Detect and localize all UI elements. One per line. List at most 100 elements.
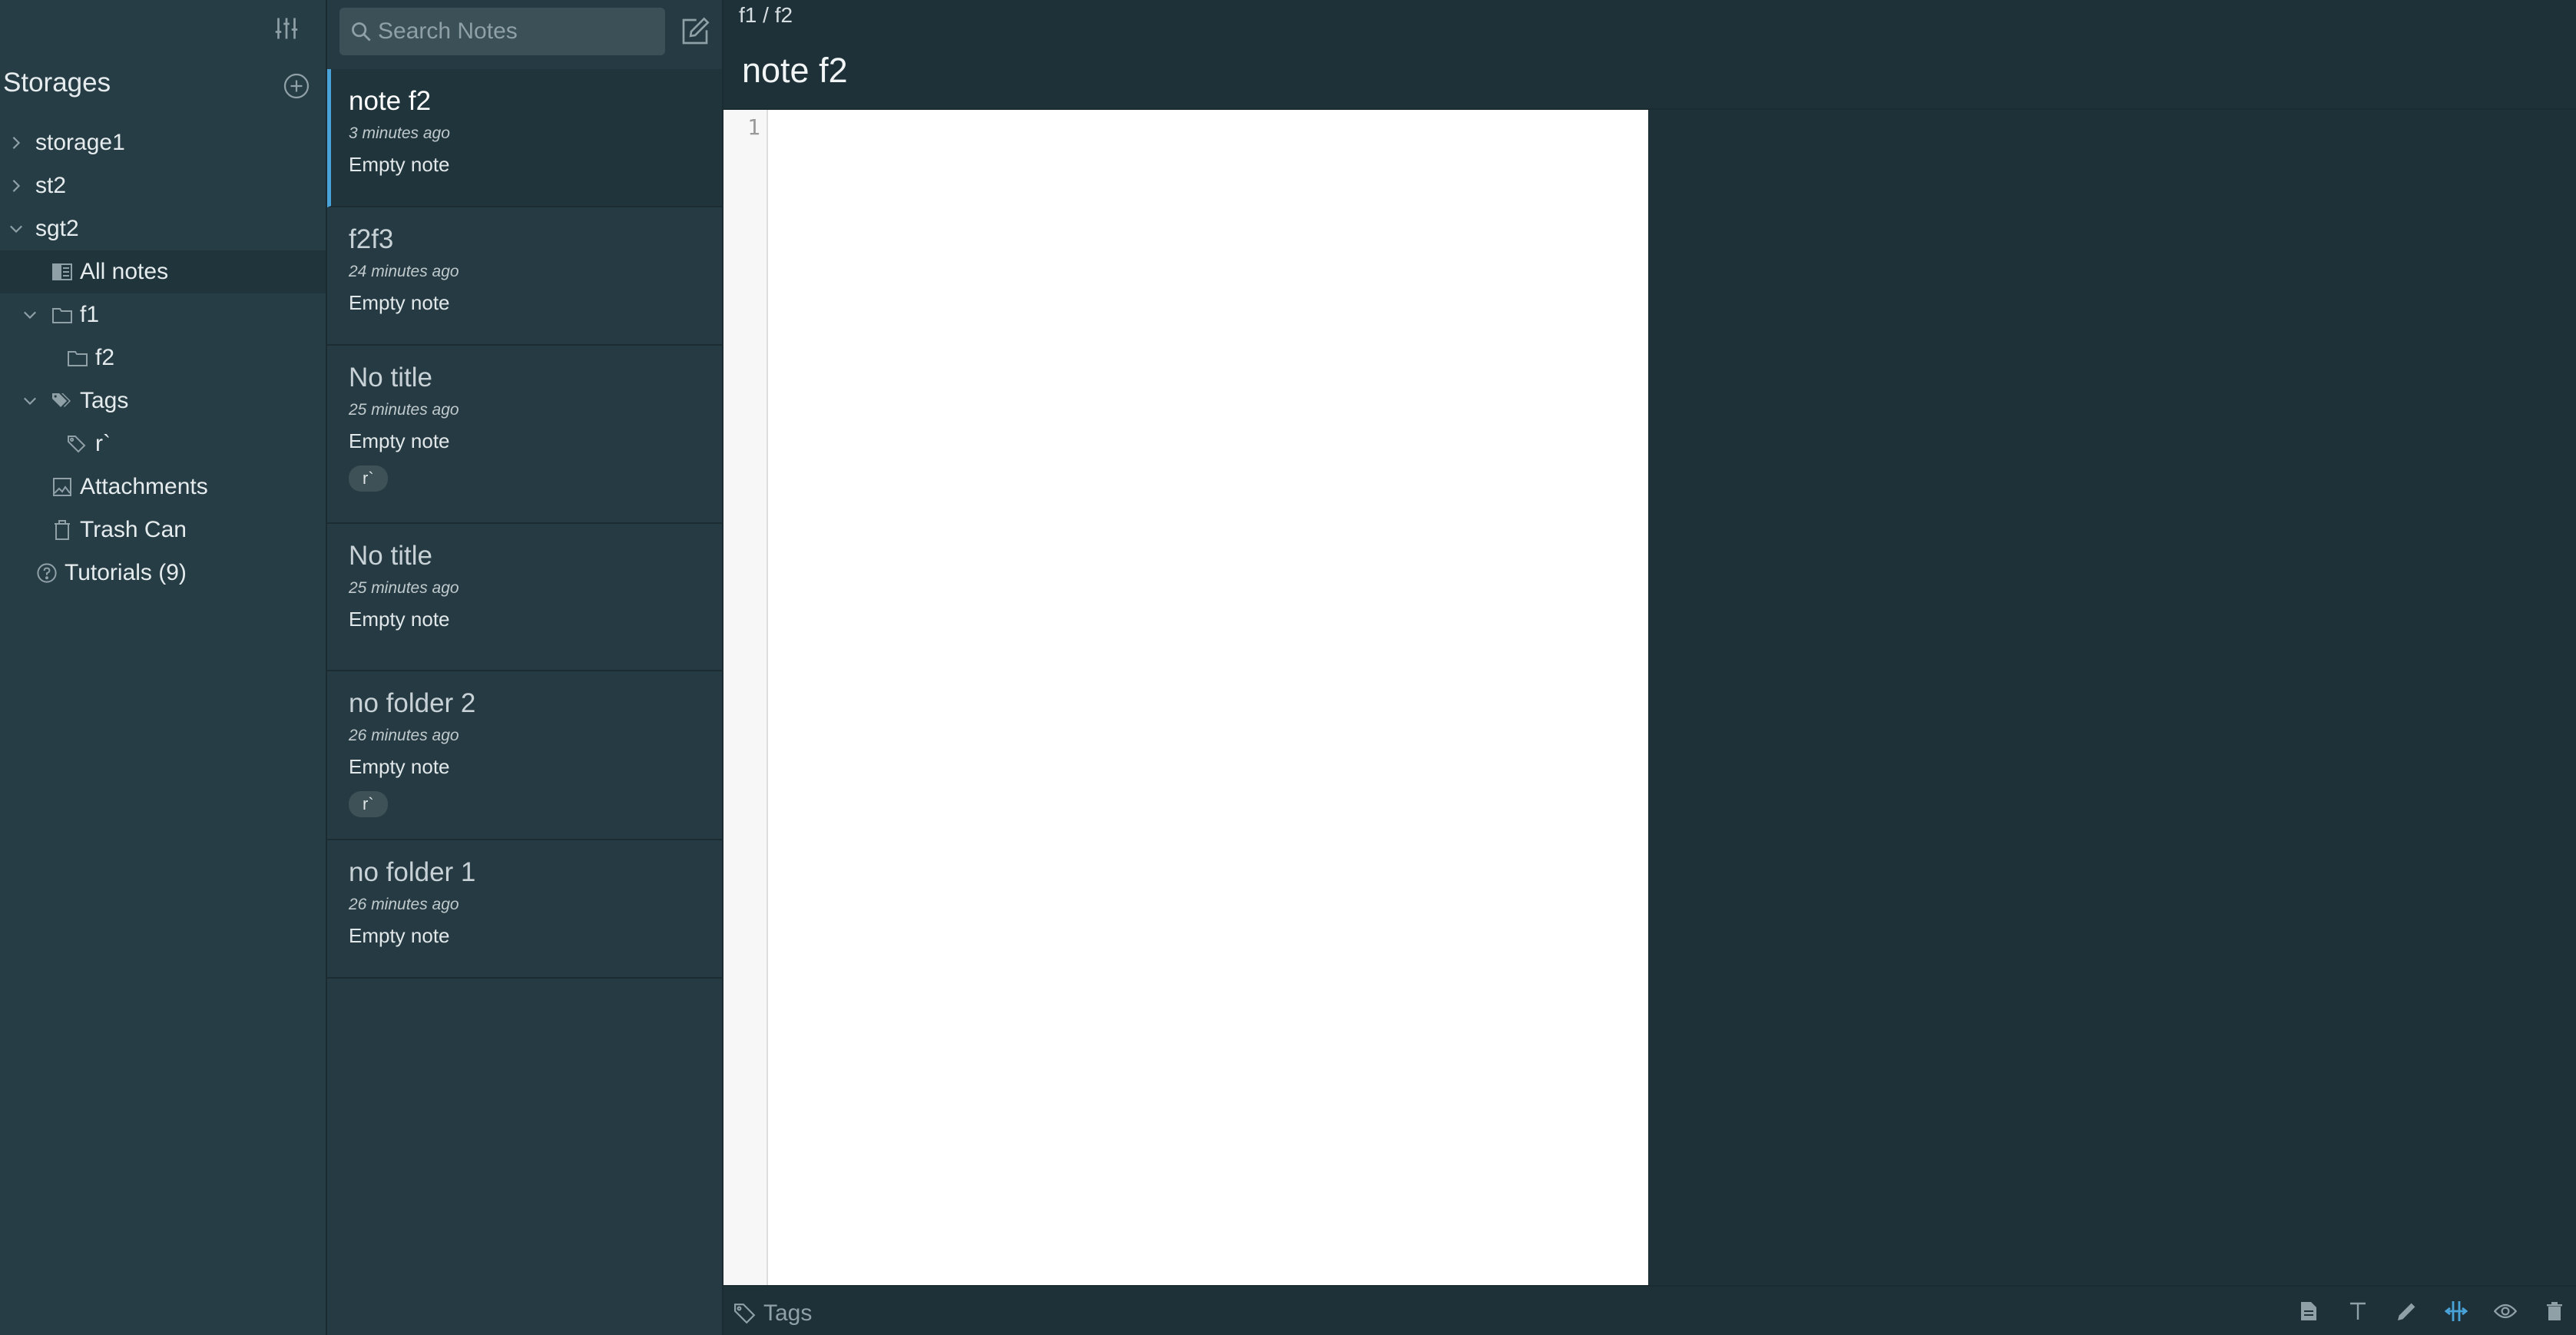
markdown-editor[interactable]: 1 [723,110,1648,1285]
tags-field [733,1300,994,1327]
compose-icon [680,16,710,51]
preferences-button[interactable] [269,12,304,48]
pencil-icon [2396,1300,2418,1326]
note-item[interactable]: No title 25 minutes ago Empty note [327,524,722,671]
tag-icon [733,1301,757,1326]
note-timestamp: 24 minutes ago [349,263,459,280]
note-list-panel: note f2 3 minutes ago Empty note f2f3 24… [327,0,723,1335]
tags-input[interactable] [763,1300,994,1327]
note-item[interactable]: No title 25 minutes ago Empty note r` [327,346,722,524]
eye-icon [2493,1303,2518,1323]
sidebar-item-label: sgt2 [35,216,79,241]
sidebar-item-label: f1 [80,302,100,327]
sidebar-item-f2[interactable]: f2 [0,336,326,379]
note-title: no folder 2 [349,688,476,718]
sidebar-item-label: st2 [35,173,67,198]
note-title: no folder 1 [349,857,476,887]
sidebar-item-label: Attachments [80,474,208,499]
note-timestamp: 25 minutes ago [349,579,459,597]
document-icon [2300,1301,2317,1325]
note-timestamp: 25 minutes ago [349,401,459,419]
sidebar-item-trash[interactable]: Trash Can [0,508,326,552]
tag-chip[interactable]: r` [349,465,388,492]
note-preview: Empty note [349,153,450,176]
chevron-right-icon[interactable] [6,133,26,153]
note-preview: Empty note [349,291,450,314]
search-box [339,8,674,55]
note-preview: Empty note [349,429,450,452]
split-mode-button[interactable] [2438,1297,2475,1328]
breadcrumb[interactable]: f1 / f2 [739,3,793,28]
storages-title: Storages [3,68,111,98]
edit-mode-button[interactable] [2389,1297,2425,1328]
note-preview: Empty note [349,608,450,631]
note-title: note f2 [349,86,432,116]
sidebar-item-tags[interactable]: Tags [0,379,326,422]
line-gutter: 1 [723,110,768,1285]
help-circle-icon [35,561,58,585]
detail-footer [723,1285,2576,1335]
sidebar-item-label: Trash Can [80,517,187,542]
tags-icon [51,389,74,412]
chevron-down-icon[interactable] [20,391,40,411]
plus-circle-icon [283,72,310,104]
note-item[interactable]: no folder 1 26 minutes ago Empty note [327,840,722,979]
sidebar-item-label: Tags [80,388,129,413]
app-window: Storages storage1 st2 sgt2 All notes f1 … [0,0,2576,1335]
sliders-icon [273,15,300,46]
folder-icon [51,303,74,326]
sidebar: Storages storage1 st2 sgt2 All notes f1 … [0,0,327,1335]
preview-mode-button[interactable] [2487,1297,2524,1328]
delete-note-button[interactable] [2536,1297,2573,1328]
sidebar-item-label: r` [95,431,111,456]
split-view-icon [2444,1300,2468,1327]
text-icon [2349,1301,2367,1325]
new-note-button[interactable] [677,15,713,51]
note-timestamp: 26 minutes ago [349,896,459,913]
note-list: note f2 3 minutes ago Empty note f2f3 24… [327,69,722,979]
note-item[interactable]: no folder 2 26 minutes ago Empty note r` [327,671,722,840]
note-title: No title [349,541,432,571]
note-timestamp: 3 minutes ago [349,124,450,142]
image-icon [51,475,74,499]
info-button[interactable] [2290,1297,2327,1328]
search-icon [350,19,372,44]
search-input[interactable] [372,8,674,55]
folder-icon [66,346,89,369]
tag-chip[interactable]: r` [349,791,388,817]
sidebar-item-f1[interactable]: f1 [0,293,326,336]
storage-tree: storage1 st2 sgt2 All notes f1 f2 Tags r… [0,121,326,595]
note-detail: f1 / f2 note f2 1 [723,0,2576,1335]
notes-icon [51,260,74,283]
editor-text-area[interactable] [770,110,1648,1285]
note-timestamp: 26 minutes ago [349,727,459,744]
line-number: 1 [747,114,760,140]
sidebar-item-st2[interactable]: st2 [0,164,326,207]
sidebar-item-attachments[interactable]: Attachments [0,465,326,508]
sidebar-item-all-notes[interactable]: All notes [0,250,326,293]
note-item[interactable]: note f2 3 minutes ago Empty note [327,69,722,207]
add-storage-button[interactable] [281,72,312,103]
sidebar-item-tutorials[interactable]: Tutorials (9) [0,552,326,595]
chevron-right-icon[interactable] [6,176,26,196]
chevron-down-icon[interactable] [6,219,26,239]
editor-toolbar [2278,1297,2573,1328]
tag-icon [66,432,89,455]
note-heading: note f2 [742,51,848,90]
chevron-down-icon[interactable] [20,305,40,325]
note-title: f2f3 [349,224,394,254]
note-title: No title [349,363,432,393]
note-preview: Empty note [349,924,450,947]
note-preview: Empty note [349,755,450,778]
sidebar-item-label: f2 [95,345,115,370]
trash-icon [2546,1301,2563,1325]
trash-icon [51,518,74,542]
sidebar-item-tag-r[interactable]: r` [0,422,326,465]
sidebar-item-label: Tutorials (9) [65,560,187,585]
sidebar-item-storage1[interactable]: storage1 [0,121,326,164]
sidebar-item-sgt2[interactable]: sgt2 [0,207,326,250]
sidebar-item-label: All notes [80,259,169,284]
sidebar-item-label: storage1 [35,130,125,155]
note-item[interactable]: f2f3 24 minutes ago Empty note [327,207,722,346]
text-format-button[interactable] [2339,1297,2376,1328]
